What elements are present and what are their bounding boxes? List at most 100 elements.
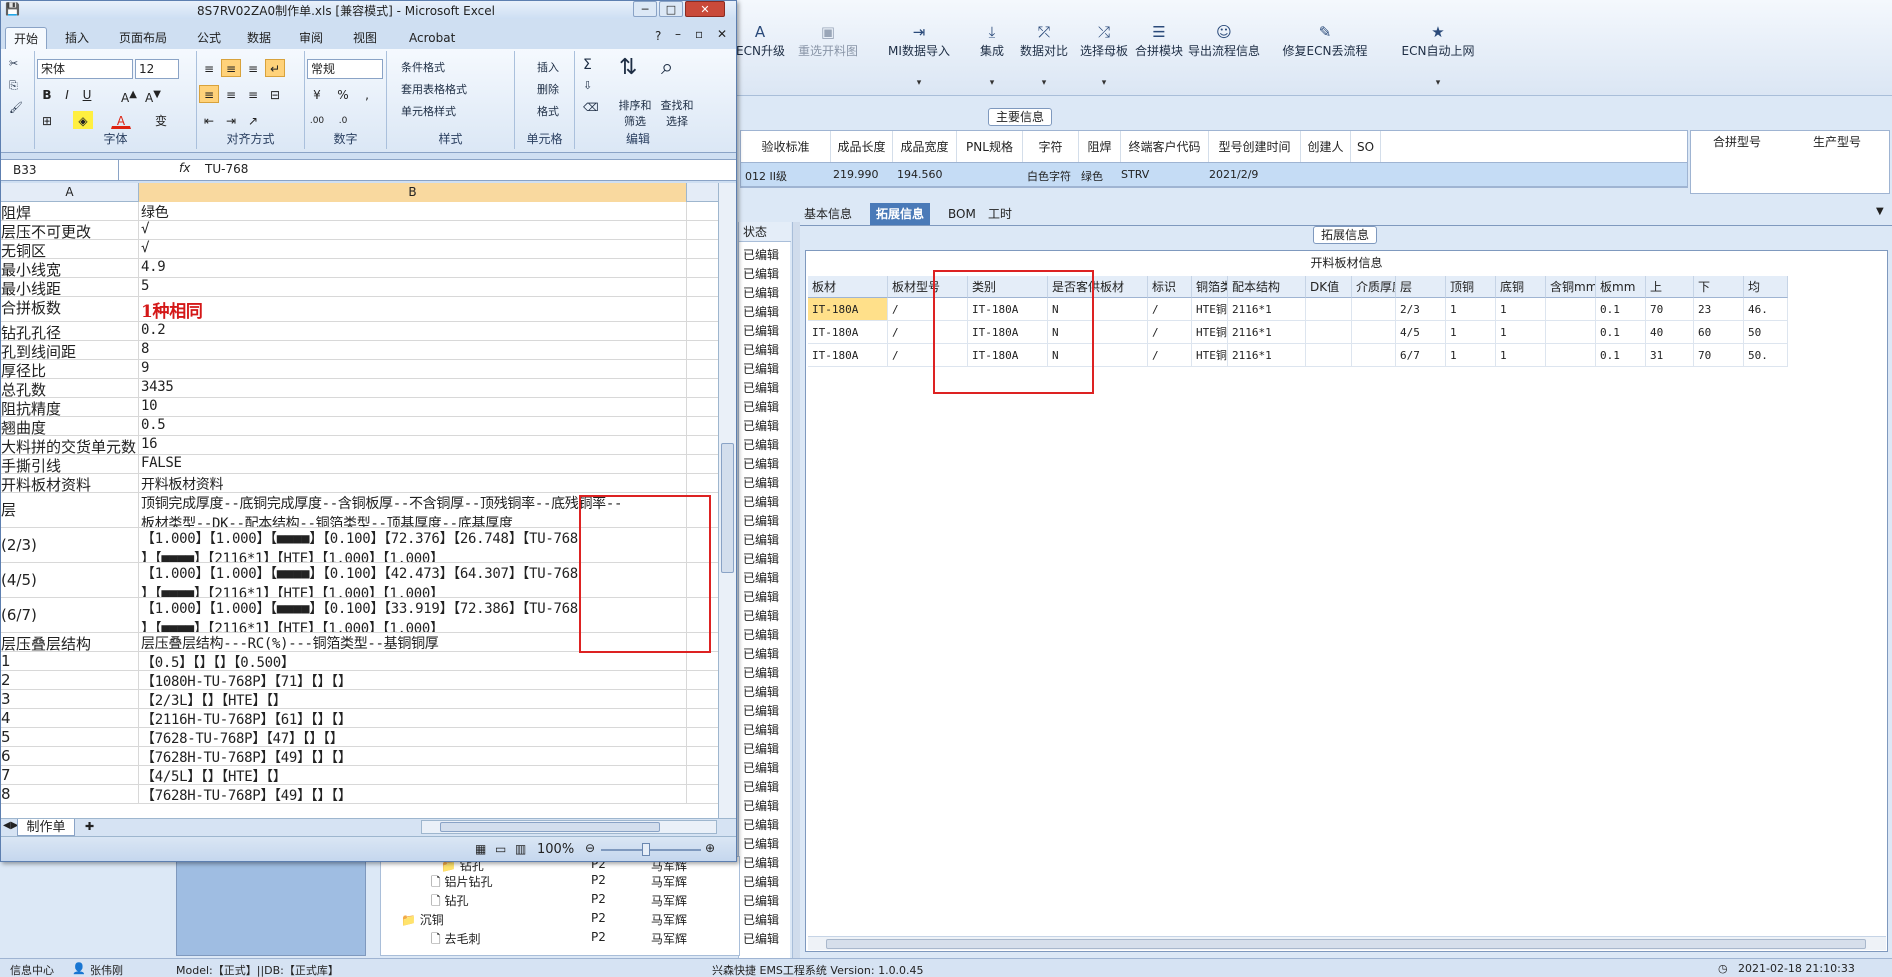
page-layout-icon[interactable]: ▭ — [495, 842, 506, 856]
grid-cell[interactable]: 2116*1 — [1228, 344, 1306, 367]
cell-a[interactable]: 6 — [1, 747, 139, 765]
cell-a[interactable]: 最小线宽 — [1, 259, 139, 277]
cell-a[interactable]: 层压叠层结构 — [1, 633, 139, 651]
scroll-thumb[interactable] — [440, 822, 660, 832]
minimize-button[interactable]: ─ — [633, 1, 657, 17]
increase-decimal-icon[interactable]: .00 — [307, 111, 327, 129]
grid-cell[interactable]: / — [1148, 298, 1192, 321]
cell-b[interactable]: 1种相同 — [139, 297, 687, 321]
cell-b[interactable]: 3435 — [139, 379, 687, 397]
insert-button[interactable]: 插入 — [537, 59, 559, 75]
find-select-icon[interactable]: ⌕ — [661, 55, 673, 80]
cell-a[interactable]: 阻抗精度 — [1, 398, 139, 416]
toolbar-button-4[interactable]: ⤱ 数据对比 ▾ — [1016, 22, 1072, 88]
percent-icon[interactable]: % — [333, 85, 353, 103]
ribbon-tab-2[interactable]: 页面布局 — [111, 27, 175, 49]
comma-icon[interactable]: , — [357, 85, 377, 103]
cell-a[interactable]: 层 — [1, 493, 139, 527]
close-button[interactable]: ✕ — [685, 1, 725, 17]
ribbon-tab-0[interactable]: 开始 — [5, 27, 48, 49]
align-center-icon[interactable]: ≡ — [221, 85, 241, 103]
grid-cell[interactable] — [1546, 344, 1596, 367]
grid-cell[interactable] — [1352, 298, 1396, 321]
dropdown-arrow-icon[interactable]: ▾ — [1078, 78, 1130, 88]
ribbon-tab-6[interactable]: 视图 — [345, 27, 385, 49]
cell-b[interactable]: FALSE — [139, 455, 687, 473]
align-right-icon[interactable]: ≡ — [243, 85, 263, 103]
ribbon-tab-5[interactable]: 审阅 — [291, 27, 331, 49]
cell-b[interactable]: √ — [139, 221, 687, 239]
cell-a[interactable]: 无铜区 — [1, 240, 139, 258]
grid-cell[interactable]: 1 — [1496, 298, 1546, 321]
cut-icon[interactable]: ✂ — [9, 57, 18, 70]
cell-a[interactable]: 厚径比 — [1, 360, 139, 378]
format-painter-icon[interactable]: 🖌 — [9, 101, 23, 114]
cell-a[interactable]: 手撕引线 — [1, 455, 139, 473]
ribbon-tab-3[interactable]: 公式 — [189, 27, 229, 49]
grid-cell[interactable]: 46. — [1744, 298, 1788, 321]
delete-button[interactable]: 删除 — [537, 81, 559, 97]
main-header-3[interactable]: PNL规格 — [957, 131, 1023, 163]
grid-cell[interactable] — [1546, 321, 1596, 344]
scroll-thumb[interactable] — [721, 443, 734, 573]
toolbar-button-1[interactable]: ▣ 重选开料图 — [788, 22, 868, 72]
dropdown-arrow-icon[interactable]: ▾ — [972, 78, 1012, 88]
grid-cell[interactable]: / — [1148, 344, 1192, 367]
copy-icon[interactable]: ⎘ — [9, 79, 18, 93]
phonetic-icon[interactable]: 变 — [147, 111, 175, 129]
cell-a[interactable]: 孔到线间距 — [1, 341, 139, 359]
cell-b[interactable]: 【0.5】【】【】【0.500】 — [139, 652, 687, 670]
toolbar-button-9[interactable]: ★ ECN自动上网 ▾ — [1386, 22, 1490, 88]
grid-header-13[interactable]: 板mm — [1596, 276, 1646, 298]
align-left-icon[interactable]: ≡ — [199, 85, 219, 103]
italic-button[interactable]: I — [57, 85, 77, 103]
merge-center-icon[interactable]: ⊟ — [265, 85, 285, 103]
horizontal-scrollbar[interactable] — [421, 820, 717, 834]
ribbon-tab-1[interactable]: 插入 — [57, 27, 97, 49]
new-sheet-icon[interactable]: ✚ — [85, 820, 94, 833]
main-header-7[interactable]: 型号创建时间 — [1209, 131, 1301, 163]
cell-a[interactable]: 总孔数 — [1, 379, 139, 397]
cell-a[interactable]: 5 — [1, 728, 139, 746]
doc-close-button[interactable]: ✕ — [717, 27, 727, 41]
grid-cell[interactable] — [1546, 298, 1596, 321]
find-select-button[interactable]: 查找和选择 — [657, 97, 697, 129]
grid-cell[interactable]: 60 — [1694, 321, 1744, 344]
grid-header-9[interactable]: 层 — [1396, 276, 1446, 298]
font-name-select[interactable]: 宋体 — [37, 59, 133, 79]
grid-cell[interactable]: 0.1 — [1596, 344, 1646, 367]
cell-a[interactable]: 1 — [1, 652, 139, 670]
tab-1[interactable]: 拓展信息 — [870, 203, 931, 225]
dropdown-arrow-icon[interactable]: ▾ — [1016, 78, 1072, 88]
font-color-icon[interactable]: A — [111, 111, 131, 129]
grid-cell[interactable]: 70 — [1694, 344, 1744, 367]
bold-button[interactable]: B — [37, 85, 57, 103]
cell-a[interactable]: 4 — [1, 709, 139, 727]
dropdown-arrow-icon[interactable]: ▾ — [874, 78, 964, 88]
align-middle-icon[interactable]: ≡ — [221, 59, 241, 77]
dropdown-arrow-icon[interactable]: ▾ — [1386, 78, 1490, 88]
tree-row[interactable]: 🗋 钻孔 P2 马军辉 — [431, 892, 687, 910]
save-icon[interactable]: 💾 — [5, 2, 20, 16]
main-header-5[interactable]: 阻焊 — [1079, 131, 1121, 163]
ribbon-tab-4[interactable]: 数据 — [239, 27, 279, 49]
grid-cell[interactable]: IT-180A — [808, 344, 888, 367]
grid-cell[interactable]: IT-180A — [808, 298, 888, 321]
grid-header-0[interactable]: 板材 — [808, 276, 888, 298]
grid-cell[interactable] — [1352, 344, 1396, 367]
grid-cell[interactable]: 6/7 — [1396, 344, 1446, 367]
main-header-0[interactable]: 验收标准 — [741, 131, 831, 163]
sort-filter-icon[interactable]: ⇅ — [619, 55, 637, 80]
underline-button[interactable]: U — [77, 85, 97, 103]
main-header-2[interactable]: 成品宽度 — [893, 131, 957, 163]
cell-b[interactable]: 开料板材资料 — [139, 474, 687, 492]
name-box[interactable]: B33 — [1, 160, 119, 180]
toolbar-button-2[interactable]: ⇥ MI数据导入 ▾ — [874, 22, 964, 88]
grid-horizontal-scrollbar[interactable] — [808, 936, 1886, 950]
grid-cell[interactable]: 2/3 — [1396, 298, 1446, 321]
grid-header-6[interactable]: 配本结构 — [1228, 276, 1306, 298]
grid-cell[interactable]: HTE铜箔 — [1192, 321, 1228, 344]
cell-b[interactable]: 【4/5L】【】【HTE】【】 — [139, 766, 687, 784]
grid-header-8[interactable]: 介质厚度 — [1352, 276, 1396, 298]
fill-color-icon[interactable]: ◈ — [73, 111, 93, 129]
